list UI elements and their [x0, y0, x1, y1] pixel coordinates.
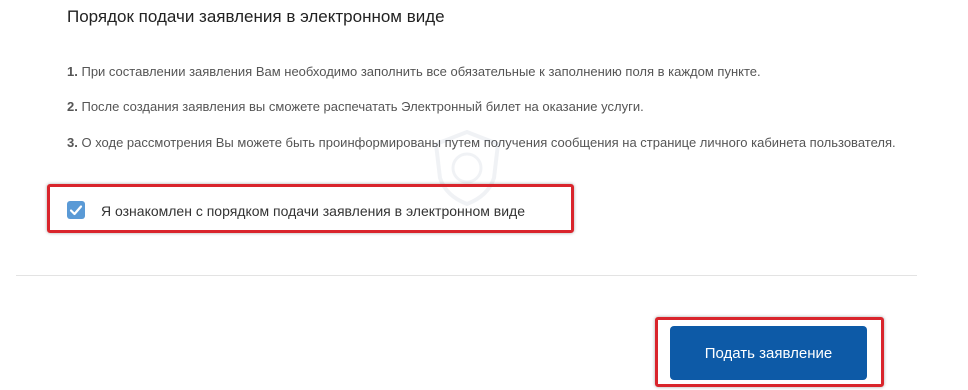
- acknowledgement-checkbox[interactable]: [67, 201, 85, 219]
- instruction-step-1: 1. При составлении заявления Вам необход…: [67, 63, 897, 80]
- step-number: 2.: [67, 99, 78, 114]
- checkmark-icon: [69, 205, 83, 216]
- instruction-step-2: 2. После создания заявления вы сможете р…: [67, 98, 897, 115]
- step-number: 1.: [67, 64, 78, 79]
- divider: [16, 275, 917, 276]
- step-text: После создания заявления вы сможете расп…: [81, 99, 644, 114]
- page-title: Порядок подачи заявления в электронном в…: [67, 7, 445, 26]
- step-text: При составлении заявления Вам необходимо…: [81, 64, 761, 79]
- step-number: 3.: [67, 135, 78, 150]
- submit-application-button[interactable]: Подать заявление: [670, 326, 867, 380]
- acknowledgement-label[interactable]: Я ознакомлен с порядком подачи заявления…: [101, 203, 525, 219]
